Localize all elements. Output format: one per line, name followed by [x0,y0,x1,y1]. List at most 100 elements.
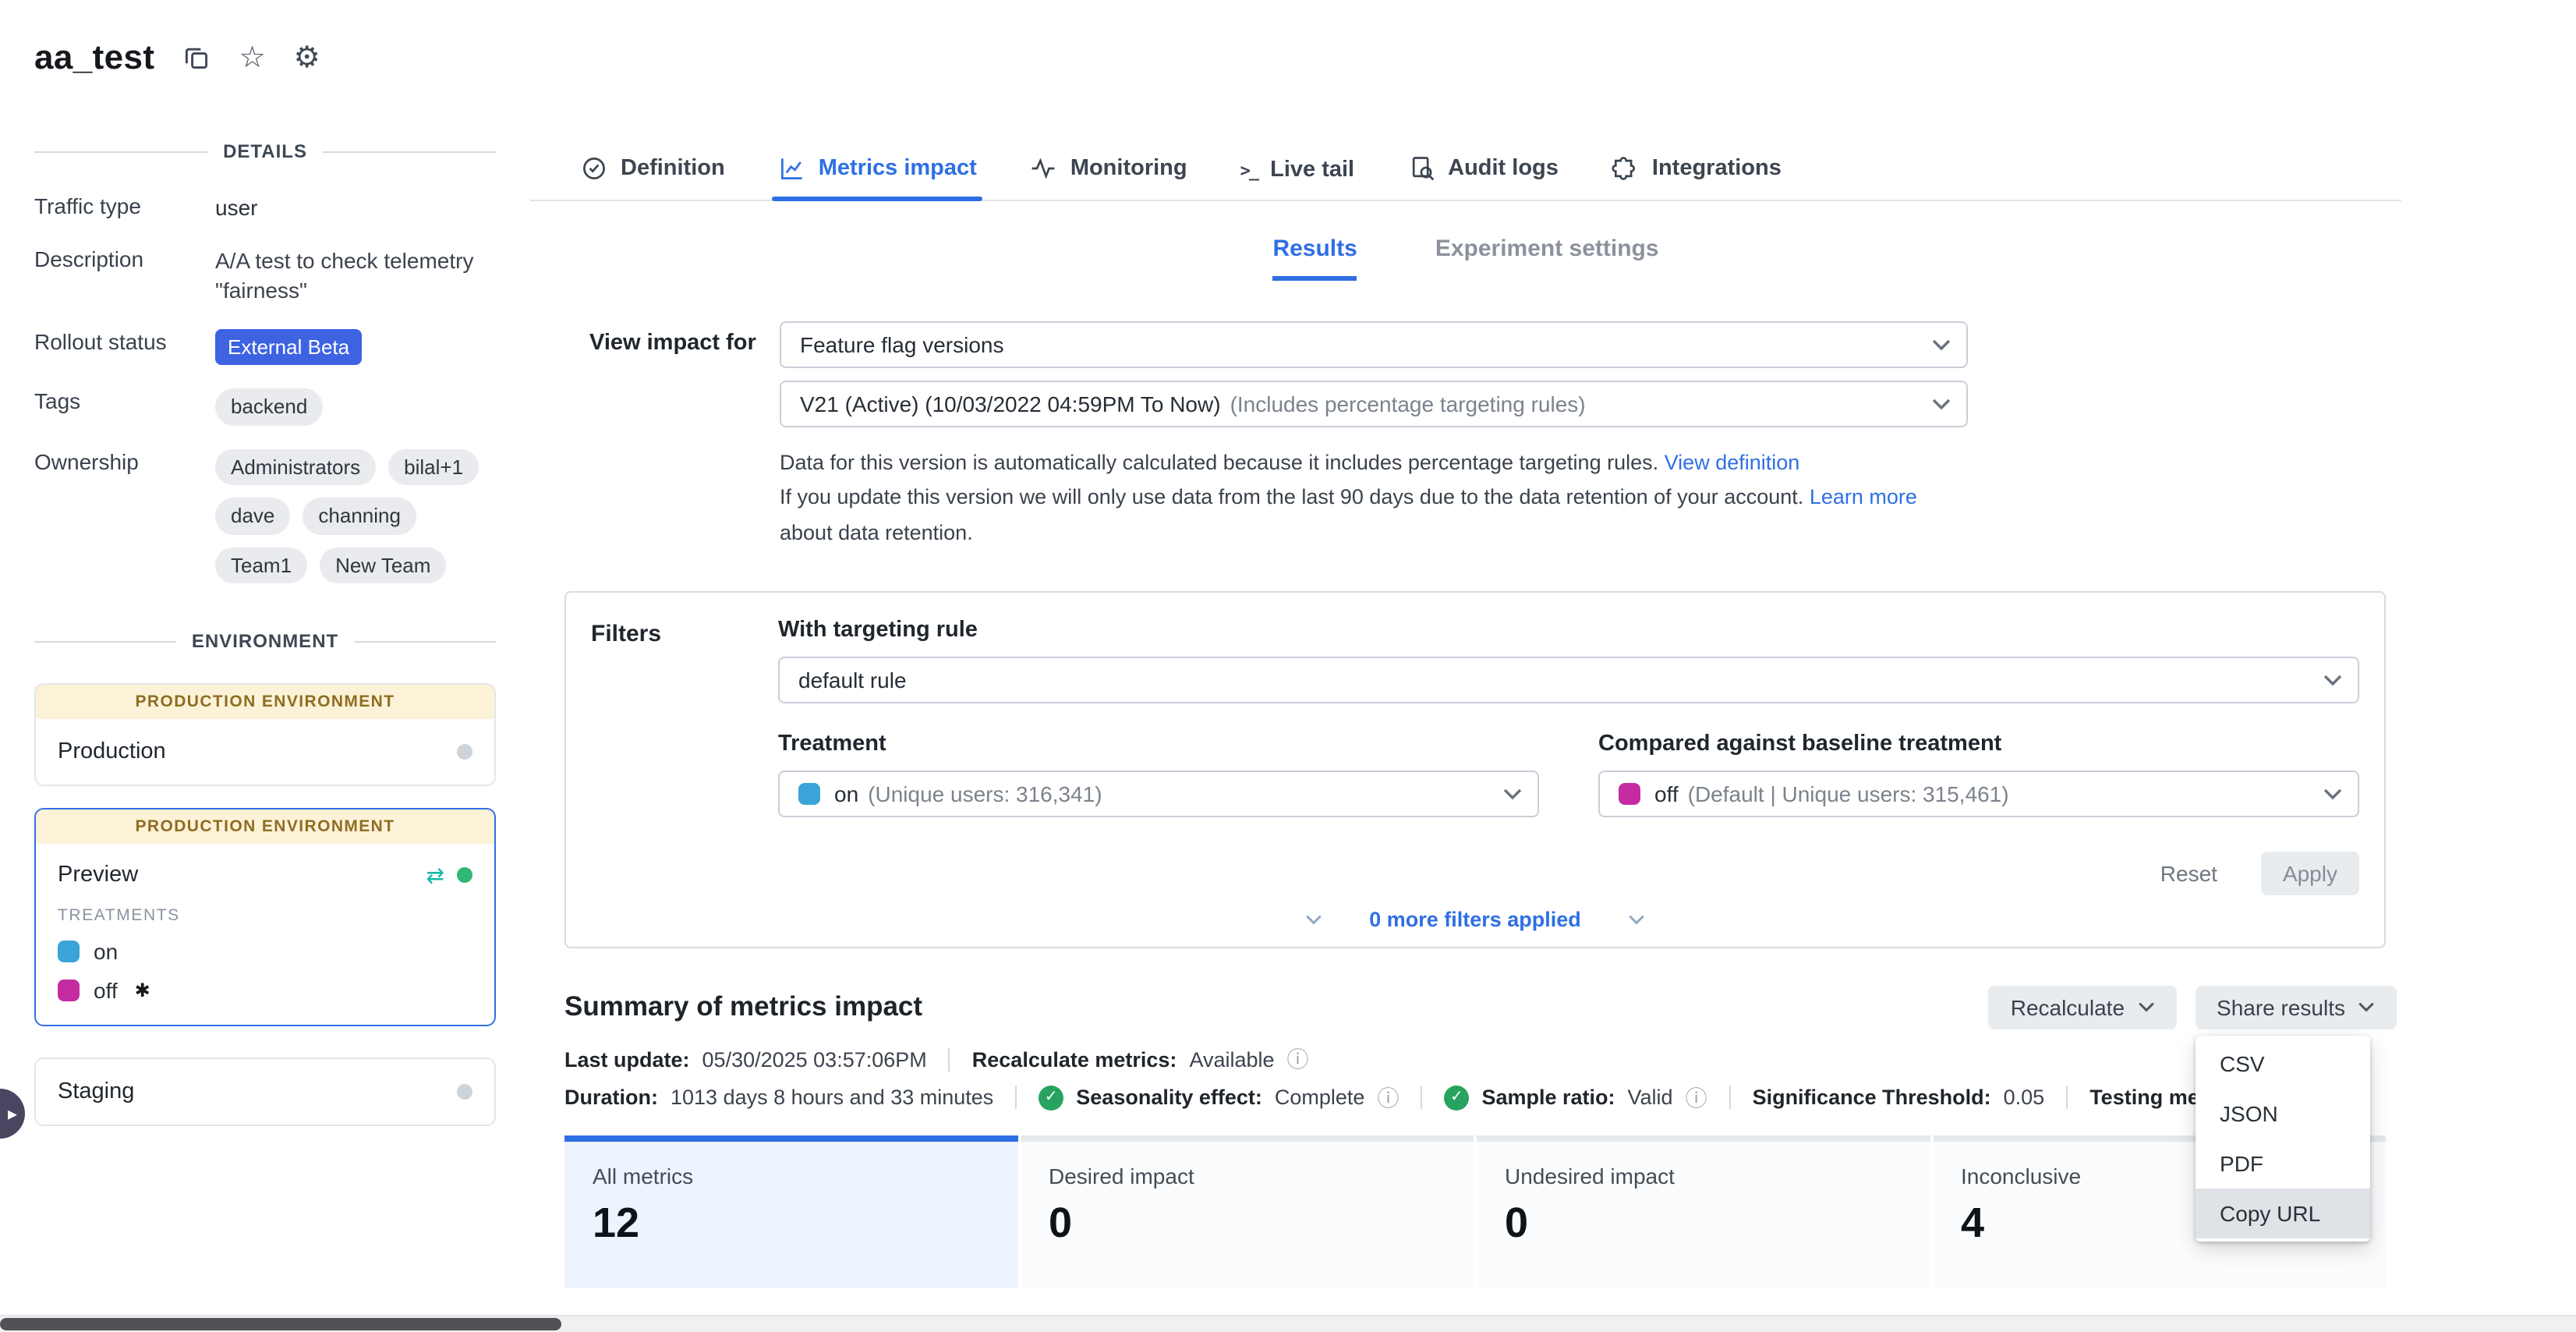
check-icon: ✓ [1444,1086,1469,1111]
status-dot-gray [457,1085,472,1100]
apply-button[interactable]: Apply [2261,852,2359,895]
traffic-type-label: Traffic type [34,193,200,223]
note-line-2: If you update this version we will only … [780,486,1803,509]
divider [949,1048,950,1072]
copy-icon[interactable] [182,44,211,72]
treatment-on-row: on [58,940,472,965]
divider [1729,1086,1731,1110]
terminal-icon: >_ [1240,160,1258,180]
version-type-select[interactable]: Feature flag versions [780,321,1968,368]
baseline-select[interactable]: off (Default | Unique users: 315,461) [1598,771,2359,817]
chevron-down-icon [1932,398,1951,410]
production-env-banner: PRODUCTION ENVIRONMENT [36,810,494,845]
rollout-status-label: Rollout status [34,328,200,365]
page-title: aa_test [34,37,154,78]
main-content: Definition Metrics impact Monitoring >_ … [530,140,2401,1288]
subtab-experiment-settings[interactable]: Experiment settings [1435,236,1659,281]
horizontal-scrollbar-track[interactable] [0,1315,2576,1332]
collapse-arrow-icon: ▸ [8,1104,17,1123]
version-notes: Data for this version is automatically c… [780,446,1968,551]
definition-icon [580,154,608,182]
summary-status-line-2: Duration: 1013 days 8 hours and 33 minut… [564,1086,2401,1111]
recalculate-label: Recalculate [2011,995,2125,1020]
divider [1015,1086,1017,1110]
treatment-on-label: on [94,940,118,965]
tab-label: Integrations [1652,156,1782,181]
integrations-icon [1612,154,1640,182]
version-type-value: Feature flag versions [800,332,1003,357]
env-card-staging[interactable]: Staging [34,1058,496,1127]
card-value: 0 [1505,1199,1902,1248]
tab-live-tail[interactable]: >_ Live tail [1240,158,1355,200]
chevron-down-icon [1932,338,1951,351]
env-card-production[interactable]: PRODUCTION ENVIRONMENT Production [34,684,496,787]
info-icon[interactable]: ⓘ [1686,1087,1707,1109]
horizontal-scrollbar-thumb[interactable] [0,1318,561,1330]
owner-pill[interactable]: New Team [320,547,446,584]
info-icon[interactable]: ⓘ [1377,1087,1399,1109]
metric-summary-cards: All metrics 12 Desired impact 0 Undesire… [564,1135,2386,1288]
tab-definition[interactable]: Definition [580,154,725,200]
tab-metrics-impact[interactable]: Metrics impact [778,154,977,200]
recalculate-metrics-label: Recalculate metrics: [972,1048,1177,1072]
reset-button[interactable]: Reset [2160,861,2217,886]
star-icon[interactable]: ☆ [239,43,265,73]
chevron-down-icon [1628,914,1645,925]
env-card-preview[interactable]: PRODUCTION ENVIRONMENT Preview ⇄ TREATME… [34,809,496,1027]
learn-more-link[interactable]: Learn more [1810,486,1917,509]
treatment-select[interactable]: on (Unique users: 316,341) [778,771,1539,817]
menu-item-copy-url[interactable]: Copy URL [2195,1189,2369,1238]
tab-monitoring[interactable]: Monitoring [1030,154,1187,200]
card-all-metrics[interactable]: All metrics 12 [564,1135,1017,1288]
owner-pill[interactable]: Team1 [215,547,307,584]
gear-icon[interactable]: ⚙ [294,43,320,73]
last-update-label: Last update: [564,1048,690,1072]
view-impact-for-label: View impact for [589,321,780,368]
divider [1421,1086,1422,1110]
page-header: aa_test ☆ ⚙ [34,37,320,78]
more-filters-toggle[interactable]: 0 more filters applied [1305,908,1645,934]
owner-pill[interactable]: channing [303,498,416,535]
menu-item-pdf[interactable]: PDF [2195,1139,2369,1189]
duration-value: 1013 days 8 hours and 33 minutes [671,1086,993,1110]
baseline-select-note: (Default | Unique users: 315,461) [1688,781,2009,806]
tab-audit-logs[interactable]: Audit logs [1407,154,1559,200]
card-value: 0 [1049,1199,1445,1248]
tab-integrations[interactable]: Integrations [1612,154,1782,200]
status-dot-gray [457,745,472,760]
environment-section-header: ENVIRONMENT [34,631,496,653]
treatment-on-swatch [58,941,80,963]
tab-label: Monitoring [1070,156,1187,181]
view-definition-link[interactable]: View definition [1665,451,1800,474]
summary-header: Summary of metrics impact Recalculate Sh… [564,986,2397,1029]
screen: aa_test ☆ ⚙ DETAILS Traffic type user De… [0,0,2576,1332]
significance-threshold-label: Significance Threshold: [1753,1086,1991,1110]
recalculate-button[interactable]: Recalculate [1989,986,2176,1029]
owner-pill[interactable]: Administrators [215,449,376,486]
note-line-2-tail: about data retention. [780,520,973,544]
targeting-rule-select[interactable]: default rule [778,657,2359,703]
owner-pill[interactable]: bilal+1 [388,449,479,486]
card-desired-impact[interactable]: Desired impact 0 [1021,1135,1474,1288]
menu-item-json[interactable]: JSON [2195,1089,2369,1139]
tag-pill[interactable]: backend [215,388,323,425]
share-results-button[interactable]: Share results [2195,986,2397,1029]
status-dot-green [457,868,472,884]
card-undesired-impact[interactable]: Undesired impact 0 [1477,1135,1930,1288]
filters-panel: Filters With targeting rule default rule… [564,591,2386,948]
info-icon[interactable]: ⓘ [1287,1049,1309,1071]
version-select[interactable]: V21 (Active) (10/03/2022 04:59PM To Now)… [780,381,1968,427]
chevron-down-icon [2358,1002,2375,1013]
subtab-results[interactable]: Results [1272,236,1357,281]
owner-pill[interactable]: dave [215,498,290,535]
last-update-value: 05/30/2025 03:57:06PM [702,1048,927,1072]
treatment-off-row: off ✱ [58,979,472,1004]
tab-bar: Definition Metrics impact Monitoring >_ … [530,140,2401,201]
share-results-menu: CSV JSON PDF Copy URL [2195,1036,2369,1242]
audit-logs-icon [1407,154,1435,182]
menu-item-csv[interactable]: CSV [2195,1039,2369,1089]
monitoring-icon [1030,154,1058,182]
treatment-off-label: off [94,979,118,1004]
tab-label: Definition [621,156,725,181]
chevron-down-icon [2137,1002,2154,1013]
